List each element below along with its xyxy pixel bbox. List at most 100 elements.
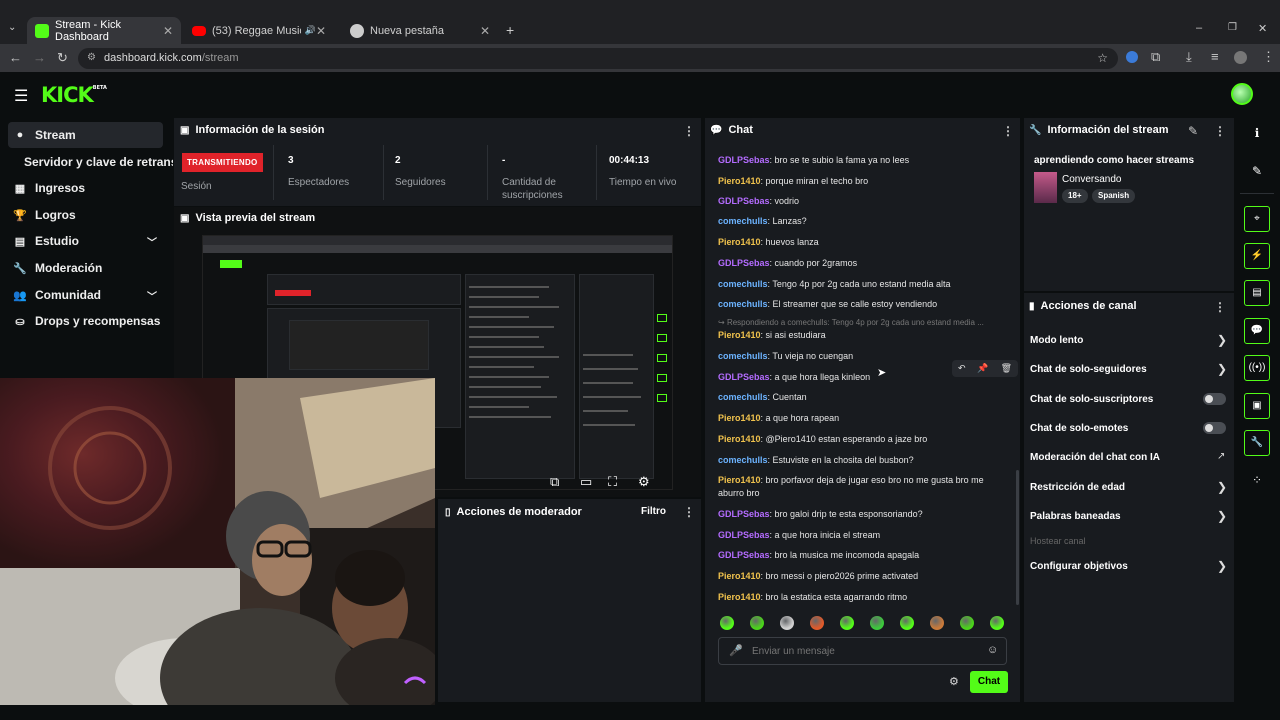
send-chat-button[interactable]: Chat [970, 671, 1008, 693]
chat-bubble-icon[interactable]: 💬 [1244, 318, 1270, 344]
fullscreen-icon[interactable]: ⛶ [608, 474, 617, 490]
chevron-right-icon[interactable]: ❯ [1217, 333, 1227, 347]
chat-username[interactable]: comechulls [718, 279, 768, 289]
kick-logo[interactable]: KICKBETA [41, 83, 107, 107]
action-ai-moderation[interactable]: Moderación del chat con IA [1030, 452, 1160, 463]
close-tab-icon[interactable]: ✕ [480, 24, 490, 38]
close-tab-icon[interactable]: ✕ [163, 24, 173, 38]
tab-new-tab[interactable]: Nueva pestaña ✕ [342, 17, 498, 44]
layout-icon[interactable]: ▣ [1244, 393, 1270, 419]
emote-button[interactable] [930, 616, 944, 630]
chat-username[interactable]: GDLPSebas [718, 155, 770, 165]
close-tab-icon[interactable]: ✕ [316, 24, 326, 38]
reply-icon[interactable]: ↶ [958, 363, 966, 374]
delete-icon[interactable]: 🗑 [1001, 363, 1012, 374]
edit-pencil-icon[interactable]: ✎ [1188, 124, 1198, 138]
tab-youtube[interactable]: (53) Reggae Music Mix 10 I 🔊 ✕ [184, 17, 334, 44]
emote-button[interactable] [840, 616, 854, 630]
action-slow-mode[interactable]: Modo lento [1030, 335, 1083, 346]
picture-in-picture-icon[interactable]: ⧉ [550, 474, 559, 490]
subscribers-only-toggle[interactable] [1203, 393, 1226, 405]
emote-button[interactable] [720, 616, 734, 630]
chat-scrollbar[interactable] [1016, 470, 1019, 605]
emote-button[interactable] [990, 616, 1004, 630]
forward-icon[interactable]: → [33, 50, 46, 65]
chevron-right-icon[interactable]: ❯ [1217, 480, 1227, 494]
action-banned-words[interactable]: Palabras baneadas [1030, 511, 1121, 522]
chat-username[interactable]: Piero1410 [718, 413, 761, 423]
chat-username[interactable]: Piero1410 [718, 434, 761, 444]
notes-icon[interactable]: ▤ [1244, 280, 1270, 306]
emote-button[interactable] [810, 616, 824, 630]
pencil-icon[interactable]: ✎ [1244, 158, 1270, 184]
sidebar-item-comunidad[interactable]: 👥 Comunidad ﹀ [8, 282, 163, 308]
reload-icon[interactable]: ↻ [57, 50, 68, 66]
broadcast-icon[interactable]: ((•)) [1244, 355, 1270, 381]
chat-username[interactable]: GDLPSebas [718, 372, 770, 382]
microphone-icon[interactable]: 🎤 [729, 644, 743, 657]
minimize-icon[interactable]: – [1196, 22, 1202, 34]
emote-button[interactable] [900, 616, 914, 630]
chat-menu-icon[interactable]: ⋮ [1002, 124, 1014, 138]
emoji-picker-icon[interactable]: ☺ [987, 644, 998, 656]
chat-username[interactable]: Piero1410 [718, 330, 761, 340]
emote-button[interactable] [870, 616, 884, 630]
sidebar-item-estudio[interactable]: ▤ Estudio ﹀ [8, 228, 163, 254]
chat-username[interactable]: Piero1410 [718, 571, 761, 581]
extension-icon[interactable] [1126, 51, 1138, 63]
mod-actions-menu-icon[interactable]: ⋮ [683, 505, 695, 519]
emotes-only-toggle[interactable] [1203, 422, 1226, 434]
chat-settings-gear-icon[interactable]: ⚙ [949, 675, 959, 688]
sidebar-item-logros[interactable]: 🏆 Logros [8, 202, 163, 228]
chat-username[interactable]: GDLPSebas [718, 550, 770, 560]
extensions-puzzle-icon[interactable]: ⧉ [1151, 49, 1160, 65]
back-icon[interactable]: ← [9, 50, 22, 65]
filter-button[interactable]: Filtro [641, 506, 666, 517]
emote-button[interactable] [780, 616, 794, 630]
close-window-icon[interactable]: ✕ [1258, 22, 1267, 35]
chevron-right-icon[interactable]: ❯ [1217, 362, 1227, 376]
session-menu-icon[interactable]: ⋮ [683, 124, 695, 138]
browser-menu-icon[interactable]: ⋮ [1262, 49, 1275, 65]
sidebar-item-drops[interactable]: ⛀ Drops y recompensas [8, 308, 163, 334]
action-followers-only[interactable]: Chat de solo-seguidores [1030, 364, 1147, 375]
pin-icon[interactable]: 📌 [977, 363, 988, 374]
media-control-icon[interactable]: ≡ [1211, 49, 1219, 64]
chevron-right-icon[interactable]: ❯ [1217, 559, 1227, 573]
chat-username[interactable]: Piero1410 [718, 237, 761, 247]
chat-username[interactable]: GDLPSebas [718, 196, 770, 206]
action-age-restriction[interactable]: Restricción de edad [1030, 482, 1125, 493]
sidebar-item-server-key[interactable]: Servidor y clave de retransmisión [8, 149, 173, 175]
external-link-icon[interactable]: ↗ [1217, 451, 1225, 462]
chat-username[interactable]: comechulls [718, 351, 768, 361]
new-tab-icon[interactable]: + [506, 22, 514, 38]
tab-search-icon[interactable]: ⌄ [8, 22, 16, 33]
capture-icon[interactable]: ⌖ [1244, 206, 1270, 232]
chat-username[interactable]: GDLPSebas [718, 509, 770, 519]
chat-username[interactable]: comechulls [718, 455, 768, 465]
sidebar-item-stream[interactable]: ● Stream [8, 122, 163, 148]
chat-username[interactable]: Piero1410 [718, 475, 761, 485]
bookmark-star-icon[interactable]: ☆ [1097, 51, 1108, 65]
chat-username[interactable]: comechulls [718, 299, 768, 309]
user-avatar[interactable] [1231, 83, 1253, 105]
profile-avatar[interactable] [1234, 51, 1247, 64]
chat-username[interactable]: GDLPSebas [718, 530, 770, 540]
apps-icon[interactable]: ⁘ [1244, 467, 1270, 493]
tab-kick-dashboard[interactable]: Stream - Kick Dashboard ✕ [27, 17, 181, 44]
sidebar-item-moderacion[interactable]: 🔧 Moderación [8, 255, 163, 281]
chat-username[interactable]: Piero1410 [718, 592, 761, 602]
chat-username[interactable]: GDLPSebas [718, 258, 770, 268]
download-icon[interactable]: ⤓ [1186, 49, 1192, 65]
emote-button[interactable] [960, 616, 974, 630]
action-configure-goals[interactable]: Configurar objetivos [1030, 561, 1128, 572]
site-info-icon[interactable]: ⚙ [87, 52, 96, 63]
wrench-icon[interactable]: 🔧 [1244, 430, 1270, 456]
chat-username[interactable]: Piero1410 [718, 176, 761, 186]
chevron-right-icon[interactable]: ❯ [1217, 509, 1227, 523]
url-input[interactable]: ⚙ dashboard.kick.com/stream ☆ [78, 48, 1118, 69]
channel-actions-menu-icon[interactable]: ⋮ [1214, 300, 1226, 314]
info-icon[interactable]: ℹ [1244, 120, 1270, 146]
sidebar-item-ingresos[interactable]: ▦ Ingresos [8, 175, 163, 201]
chat-username[interactable]: comechulls [718, 392, 768, 402]
